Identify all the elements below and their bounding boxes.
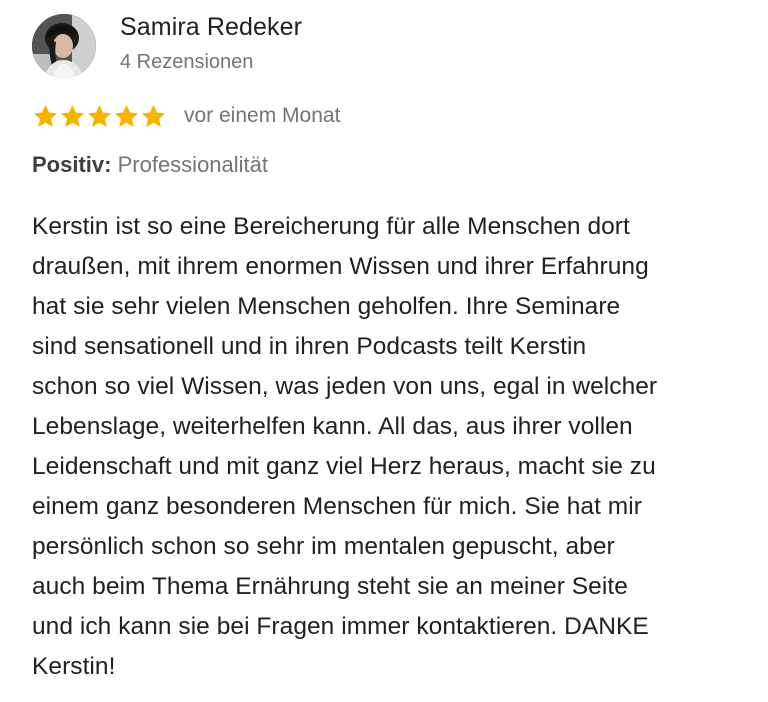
user-avatar-photo-icon [32,14,96,78]
positive-attributes: Positiv: Professionalität [32,148,268,182]
review-text: Kerstin ist so eine Bereicherung für all… [32,213,658,680]
avatar[interactable] [32,14,96,78]
author-info: Samira Redeker 4 Rezensionen [120,12,302,76]
star-icon [114,104,139,127]
star-icon [60,104,85,127]
star-icon [87,104,112,127]
review-count[interactable]: 4 Rezensionen [120,48,302,76]
author-name[interactable]: Samira Redeker [120,12,302,42]
positive-label: Positiv: [32,152,112,177]
positive-value: Professionalität [117,152,269,177]
review-card: Samira Redeker 4 Rezensionen vor einem M… [0,0,768,702]
star-icon [33,104,58,127]
rating-row: vor einem Monat [32,100,340,132]
star-rating [32,103,167,130]
review-date: vor einem Monat [184,104,341,127]
review-header: Samira Redeker 4 Rezensionen [32,12,302,78]
star-icon [141,104,166,127]
